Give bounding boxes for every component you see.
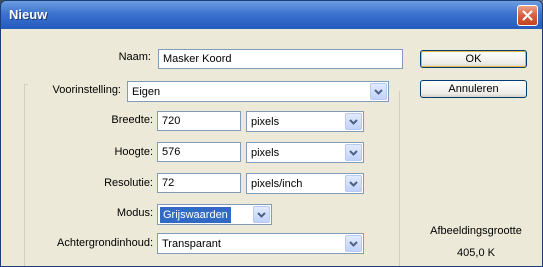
breedte-unit-select[interactable]: pixels xyxy=(246,111,364,132)
window-title: Nieuw xyxy=(9,7,48,22)
breedte-label: Breedte: xyxy=(111,114,153,126)
resolutie-unit-select[interactable]: pixels/inch xyxy=(246,173,364,194)
close-icon xyxy=(522,10,533,21)
breedte-input[interactable]: 720 xyxy=(157,111,241,131)
achtergrond-label: Achtergrondinhoud: xyxy=(56,237,153,249)
chevron-down-icon xyxy=(374,88,383,95)
title-bar[interactable]: Nieuw xyxy=(1,1,542,29)
chevron-down-icon xyxy=(349,180,358,187)
ok-button[interactable]: OK xyxy=(420,50,527,68)
modus-dropdown-button[interactable] xyxy=(253,206,270,223)
hoogte-input[interactable]: 576 xyxy=(157,142,241,162)
voorinstelling-dropdown-button[interactable] xyxy=(370,83,387,100)
achtergrond-select[interactable]: Transparant xyxy=(157,233,364,254)
cancel-button[interactable]: Annuleren xyxy=(420,80,527,98)
resolutie-unit-dropdown-button[interactable] xyxy=(345,175,362,192)
hoogte-unit-select[interactable]: pixels xyxy=(246,142,364,163)
chevron-down-icon xyxy=(257,211,266,218)
naam-input[interactable]: Masker Koord xyxy=(158,49,403,69)
voorinstelling-label: Voorinstelling: xyxy=(52,84,122,96)
image-size-value: 405,0 K xyxy=(457,247,495,259)
resolutie-label: Resolutie: xyxy=(104,177,153,189)
close-button[interactable] xyxy=(517,5,538,26)
dialog-body: Naam: Masker Koord Voorinstelling: Eigen… xyxy=(1,29,542,266)
naam-label: Naam: xyxy=(118,51,151,63)
achtergrond-value: Transparant xyxy=(162,238,221,250)
modus-label: Modus: xyxy=(116,207,153,219)
breedte-unit-dropdown-button[interactable] xyxy=(345,113,362,130)
new-document-dialog: Nieuw Naam: Masker Koord Voorinstelling:… xyxy=(0,0,543,267)
chevron-down-icon xyxy=(349,240,358,247)
image-size-label: Afbeeldingsgrootte xyxy=(430,225,522,237)
hoogte-label: Hoogte: xyxy=(114,146,153,158)
modus-select[interactable]: Grijswaarden xyxy=(157,204,272,225)
hoogte-unit-value: pixels xyxy=(251,147,280,159)
breedte-unit-value: pixels xyxy=(251,116,280,128)
achtergrond-dropdown-button[interactable] xyxy=(345,235,362,252)
chevron-down-icon xyxy=(349,149,358,156)
resolutie-input[interactable]: 72 xyxy=(157,173,241,193)
hoogte-unit-dropdown-button[interactable] xyxy=(345,144,362,161)
chevron-down-icon xyxy=(349,118,358,125)
voorinstelling-select[interactable]: Eigen xyxy=(127,81,389,102)
voorinstelling-value: Eigen xyxy=(132,86,161,98)
modus-value: Grijswaarden xyxy=(160,207,231,223)
resolutie-unit-value: pixels/inch xyxy=(251,178,303,190)
